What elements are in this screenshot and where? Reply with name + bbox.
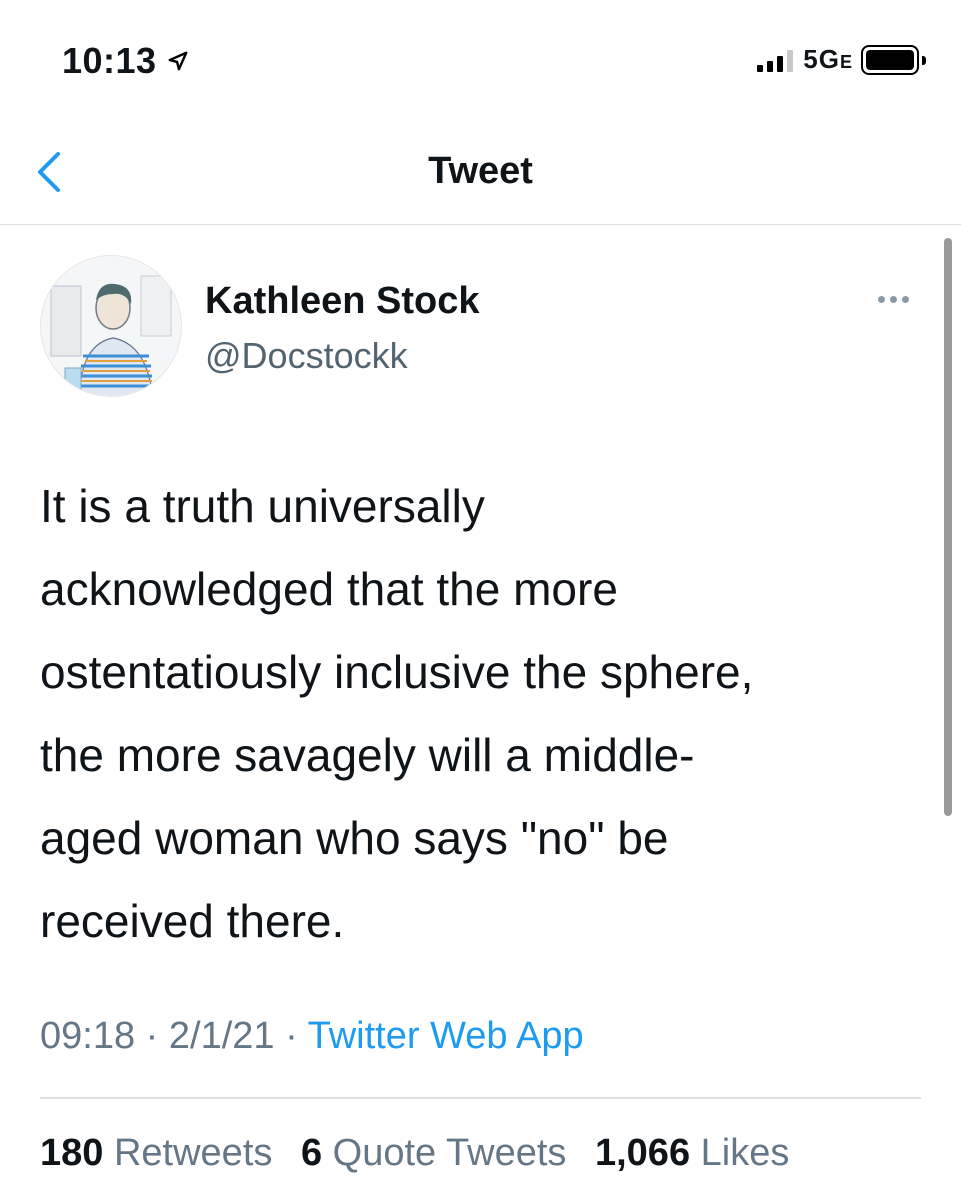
quotes-label: Quote Tweets (332, 1132, 567, 1174)
clock-text: 10:13 (62, 40, 157, 81)
tweet-stats: 180 Retweets 6 Quote Tweets 1,066 Likes (40, 1132, 789, 1175)
status-bar: 10:13 5GE (0, 0, 961, 120)
retweets-label: Retweets (113, 1132, 273, 1174)
network-suffix: E (839, 52, 853, 72)
avatar[interactable] (40, 255, 182, 397)
more-options-icon[interactable] (878, 296, 909, 303)
tweet-line: received there. (40, 895, 345, 947)
status-right: 5GE (757, 44, 926, 75)
author-name[interactable]: Kathleen Stock (205, 280, 480, 323)
location-arrow-icon (168, 51, 188, 71)
scrollbar[interactable] (944, 238, 952, 816)
tweet-date: 2/1/21 (168, 1015, 275, 1057)
author-handle[interactable]: @Docstockk (205, 335, 408, 377)
tweet-line: acknowledged that the more (40, 563, 618, 615)
tweet-line: It is a truth universally (40, 480, 485, 532)
tweet-meta: 09:18 · 2/1/21 · Twitter Web App (40, 1015, 584, 1058)
tweet-line: ostentatiously inclusive the sphere, (40, 646, 754, 698)
tweet-source-link[interactable]: Twitter Web App (308, 1015, 584, 1057)
quotes-count: 6 (300, 1132, 323, 1174)
meta-separator: · (285, 1015, 298, 1057)
battery-icon (861, 44, 926, 75)
quote-tweets-stat[interactable]: 6 Quote Tweets (301, 1132, 566, 1174)
page-title: Tweet (428, 150, 533, 192)
tweet-line: the more savagely will a middle- (40, 729, 695, 781)
retweets-stat[interactable]: 180 Retweets (40, 1132, 272, 1174)
likes-stat[interactable]: 1,066 Likes (595, 1132, 789, 1174)
meta-separator: · (145, 1015, 159, 1057)
tweet-line: aged woman who says "no" be (40, 812, 669, 864)
avatar-image (41, 256, 181, 396)
signal-icon (757, 48, 794, 72)
likes-label: Likes (700, 1132, 790, 1174)
tweet-time: 09:18 (40, 1015, 136, 1057)
status-time: 10:13 (62, 40, 189, 82)
network-type: 5G (803, 44, 840, 74)
retweets-count: 180 (40, 1132, 104, 1174)
divider (40, 1097, 921, 1099)
nav-bar: Tweet (0, 120, 961, 225)
likes-count: 1,066 (594, 1132, 691, 1174)
network-label: 5GE (803, 44, 853, 75)
tweet-text: It is a truth universally acknowledged t… (40, 465, 930, 963)
